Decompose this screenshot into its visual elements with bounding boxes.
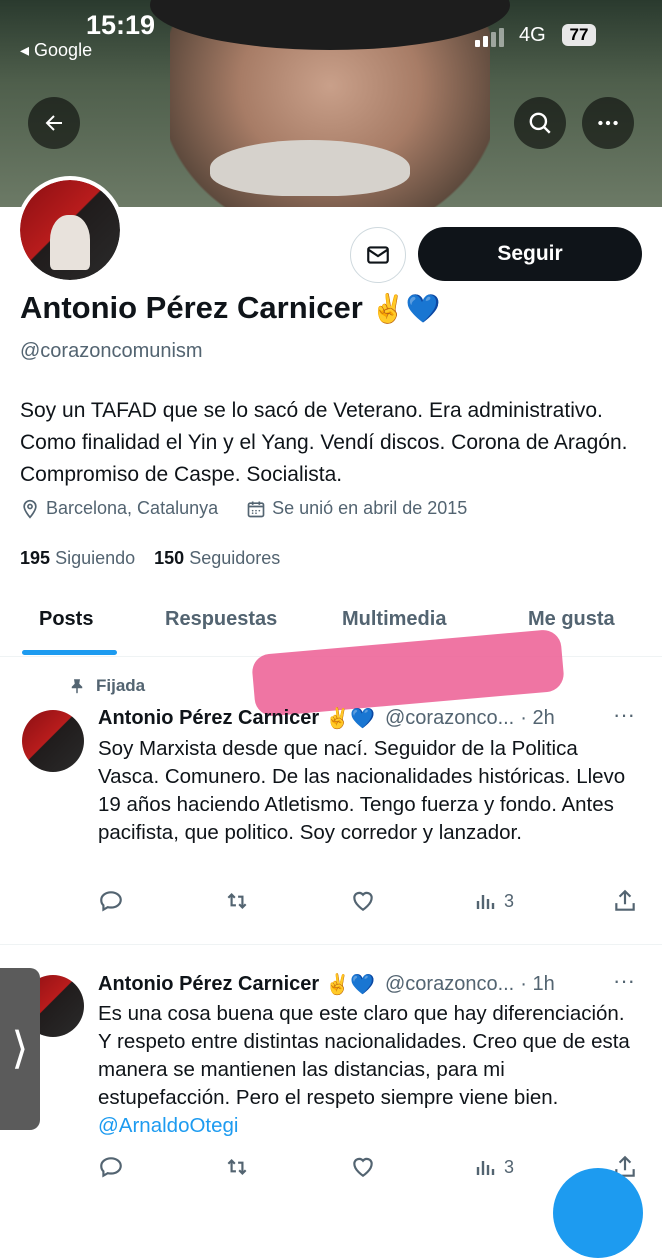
profile-tabs: Posts Respuestas Multimedia Me gusta [0, 590, 662, 657]
post-more-icon[interactable]: ··· [613, 702, 635, 728]
views-count: 3 [503, 890, 514, 911]
tab-me-gusta[interactable]: Me gusta [528, 608, 615, 631]
mention-link[interactable]: @ArnaldoOtegi [98, 1114, 238, 1137]
views-button[interactable]: 3 [474, 889, 514, 913]
views-button[interactable]: 3 [474, 1155, 514, 1179]
calendar-icon [247, 501, 265, 517]
joined-item: Se unió en abril de 2015 [246, 498, 467, 519]
signal-icon [475, 28, 507, 47]
post-avatar[interactable] [22, 710, 84, 772]
share-icon [615, 889, 635, 911]
profile-handle: @corazoncomunism [20, 340, 203, 362]
message-button[interactable] [350, 227, 406, 283]
reply-icon [100, 1157, 122, 1178]
post-author-handle[interactable]: @corazonco... [385, 707, 514, 730]
tab-respuestas[interactable]: Respuestas [165, 608, 277, 631]
location-pin-icon [23, 499, 37, 519]
post-time: · 1h [520, 973, 555, 995]
post-text-body: Es una cosa buena que este claro que hay… [98, 1002, 630, 1109]
heart-icon [353, 1157, 373, 1177]
follow-button[interactable]: Seguir [418, 227, 642, 281]
post-author-emoji: ✌️💙 [325, 974, 375, 996]
post-text: Es una cosa buena que este claro que hay… [98, 1000, 638, 1140]
views-icon [476, 895, 495, 909]
back-to-app-link[interactable]: ◂ Google [20, 40, 92, 61]
post-more-icon[interactable]: ··· [613, 968, 635, 994]
arrow-left-icon [45, 115, 62, 131]
post-header: Antonio Pérez Carnicer ✌️💙 @corazonco...… [98, 702, 635, 731]
post-actions: 3 [98, 886, 638, 916]
pinned-label: Fijada [68, 676, 145, 696]
more-button[interactable] [582, 97, 634, 149]
following-link[interactable]: 195 Siguiendo [20, 548, 135, 568]
profile-name-text: Antonio Pérez Carnicer [20, 290, 363, 325]
active-tab-indicator [22, 650, 117, 655]
followers-link[interactable]: 150 Seguidores [154, 548, 280, 568]
profile-name-emoji: ✌️💙 [370, 293, 441, 324]
status-time: 15:19 [86, 10, 156, 40]
profile-stats: 195 Siguiendo 150 Seguidores [20, 548, 280, 569]
like-button[interactable] [350, 888, 376, 914]
heart-icon [353, 891, 373, 911]
search-icon [529, 112, 551, 134]
location-item: Barcelona, Catalunya [20, 498, 218, 519]
like-button[interactable] [350, 1154, 376, 1180]
post-text: Soy Marxista desde que nací. Seguidor de… [98, 737, 626, 844]
tab-multimedia[interactable]: Multimedia [342, 608, 446, 631]
reply-button[interactable] [98, 888, 124, 914]
repost-button[interactable] [222, 1154, 252, 1180]
profile-meta: Barcelona, Catalunya Se unió en abril de… [20, 498, 495, 519]
banner-mustache [210, 140, 410, 196]
pin-icon [71, 679, 83, 694]
post-divider [0, 944, 662, 945]
post-author-handle[interactable]: @corazonco... [385, 973, 514, 996]
status-bar: 15:19 ◂ Google 4G 77 [0, 8, 662, 61]
profile-name: Antonio Pérez Carnicer ✌️💙 [20, 290, 441, 326]
joined-text: Se unió en abril de 2015 [272, 498, 468, 518]
compose-button[interactable] [553, 1168, 643, 1258]
post-header: Antonio Pérez Carnicer ✌️💙 @corazonco...… [98, 968, 635, 997]
mail-icon [367, 246, 389, 264]
side-drawer-handle[interactable]: ⟩ [0, 968, 40, 1130]
tab-posts[interactable]: Posts [39, 608, 93, 631]
views-icon [476, 1161, 495, 1175]
pinned-text: Fijada [96, 676, 146, 695]
search-button[interactable] [514, 97, 566, 149]
location-text: Barcelona, Catalunya [46, 498, 219, 518]
views-count: 3 [503, 1156, 514, 1177]
more-icon [598, 120, 618, 126]
share-button[interactable] [612, 888, 638, 914]
profile-bio: Soy un TAFAD que se lo sacó de Veterano.… [20, 399, 628, 486]
profile-avatar[interactable] [16, 176, 124, 284]
repost-button[interactable] [222, 888, 252, 914]
repost-icon [227, 892, 247, 910]
post-author-emoji: ✌️💙 [325, 708, 375, 730]
post-time: · 2h [520, 707, 555, 729]
post-author-name[interactable]: Antonio Pérez Carnicer [98, 707, 319, 730]
post-actions: 3 [98, 1152, 638, 1182]
network-label: 4G [519, 24, 546, 46]
post-author-name[interactable]: Antonio Pérez Carnicer [98, 973, 319, 996]
reply-icon [100, 891, 122, 912]
battery-icon: 77 [562, 24, 596, 46]
repost-icon [227, 1158, 247, 1176]
reply-button[interactable] [98, 1154, 124, 1180]
back-button[interactable] [28, 97, 80, 149]
